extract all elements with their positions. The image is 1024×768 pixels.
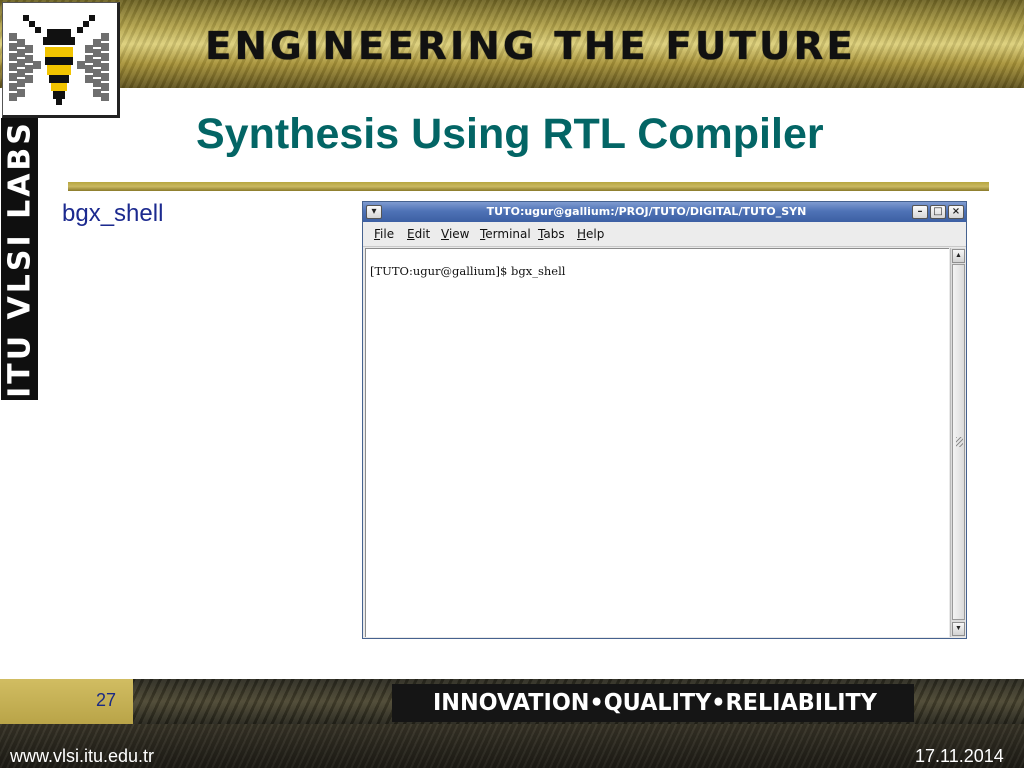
banner-slogan: ENGINEERING THE FUTURE [205,24,856,68]
terminal-titlebar[interactable]: ▾ TUTO:ugur@gallium:/PROJ/TUTO/DIGITAL/T… [363,202,966,222]
terminal-title: TUTO:ugur@gallium:/PROJ/TUTO/DIGITAL/TUT… [486,205,807,218]
scrollbar-thumb[interactable] [952,264,965,620]
minimize-icon[interactable]: – [912,205,928,219]
header-banner: ENGINEERING THE FUTURE [0,0,1024,88]
menu-tabs[interactable]: Tabs [538,227,565,242]
side-banner-text: ITU VLSI LABS [2,120,37,398]
terminal-scrollbar[interactable]: ▲ ▼ [950,248,965,637]
terminal-window: ▾ TUTO:ugur@gallium:/PROJ/TUTO/DIGITAL/T… [362,201,967,639]
chevron-down-icon[interactable]: ▾ [366,205,382,219]
menu-edit[interactable]: Edit [407,227,430,242]
side-banner: ITU VLSI LABS [1,118,38,400]
page-number: 27 [96,690,117,710]
menu-file[interactable]: File [374,227,394,242]
slide-title: Synthesis Using RTL Compiler [196,110,824,158]
footer-url[interactable]: www.vlsi.itu.edu.tr [10,746,154,766]
footer-date: 17.11.2014 [915,746,1004,766]
scroll-up-icon[interactable]: ▲ [952,249,965,263]
bee-logo-icon [9,15,109,105]
maximize-icon[interactable]: □ [930,205,946,219]
grip-icon [956,437,963,447]
terminal-prompt-line: [TUTO:ugur@gallium]$ bgx_shell [370,264,566,278]
scroll-down-icon[interactable]: ▼ [952,622,965,636]
footer-motto: INNOVATION•QUALITY•RELIABILITY [433,690,877,716]
bee-logo [2,2,120,118]
terminal-menubar: File Edit View Terminal Tabs Help [363,222,966,247]
menu-view[interactable]: View [441,227,469,242]
title-divider [68,182,989,191]
menu-help[interactable]: Help [577,227,604,242]
menu-terminal[interactable]: Terminal [480,227,531,242]
bullet-text: bgx_shell [62,200,164,227]
close-icon[interactable]: × [948,205,964,219]
terminal-output[interactable]: [TUTO:ugur@gallium]$ bgx_shell [365,248,949,637]
